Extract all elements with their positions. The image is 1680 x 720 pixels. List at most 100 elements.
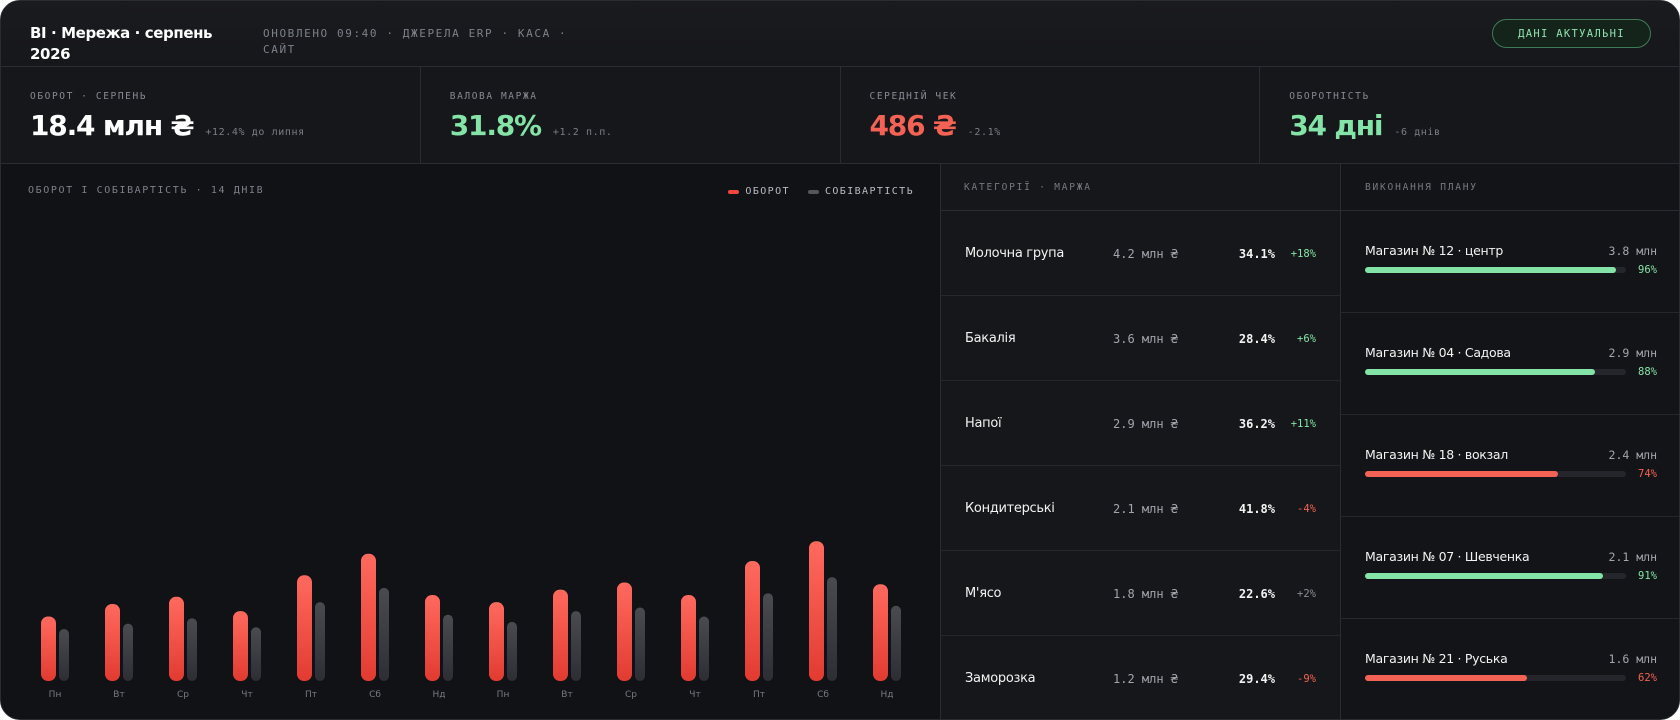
revenue-bar[interactable] bbox=[297, 575, 312, 681]
revenue-bar[interactable] bbox=[553, 589, 568, 681]
cost-bar[interactable] bbox=[571, 611, 581, 681]
category-name: Молочна група bbox=[965, 246, 1065, 261]
category-row[interactable]: Бакалія 3.6 млн ₴ 28.4% +6% bbox=[941, 296, 1340, 381]
revenue-bar[interactable] bbox=[617, 582, 632, 681]
category-delta: +2% bbox=[1297, 588, 1316, 600]
category-row[interactable]: Молочна група 4.2 млн ₴ 34.1% +18% bbox=[941, 211, 1340, 296]
category-delta: -9% bbox=[1297, 673, 1316, 685]
store-revenue: 2.4 млн bbox=[1608, 448, 1657, 462]
cost-bar[interactable] bbox=[443, 614, 453, 681]
x-tick-label: Ср bbox=[625, 690, 637, 700]
header-bar: BI · Мережа · серпень 2026 ОНОВЛЕНО 09:4… bbox=[1, 1, 1679, 67]
store-revenue: 2.9 млн bbox=[1608, 346, 1657, 360]
dashboard-title: BI · Мережа · серпень 2026 bbox=[30, 24, 213, 63]
kpi-card-margin[interactable]: ВАЛОВА МАРЖА 31.8% +1.2 п.п. bbox=[420, 67, 841, 163]
store-revenue: 2.1 млн bbox=[1608, 550, 1657, 564]
store-revenue: 1.6 млн bbox=[1608, 652, 1657, 666]
category-margin: 34.1% bbox=[1238, 247, 1275, 261]
store-name: Магазин № 12 · центр bbox=[1365, 243, 1503, 258]
category-delta: -4% bbox=[1297, 503, 1316, 515]
kpi-delta: -2.1% bbox=[967, 127, 1001, 138]
revenue-bar[interactable] bbox=[169, 596, 184, 681]
plan-percent: 74% bbox=[1638, 468, 1657, 480]
cost-bar[interactable] bbox=[635, 607, 645, 681]
plan-row[interactable]: Магазин № 07 · Шевченка 2.1 млн 91% bbox=[1341, 517, 1679, 619]
plan-progress-fill bbox=[1365, 573, 1603, 579]
revenue-bar[interactable] bbox=[233, 611, 248, 681]
category-name: Кондитерські bbox=[965, 501, 1055, 516]
store-revenue: 3.8 млн bbox=[1608, 244, 1657, 258]
legend-item-revenue[interactable]: ОБОРОТ bbox=[728, 186, 790, 197]
category-revenue: 2.1 млн ₴ bbox=[1113, 502, 1179, 516]
category-margin: 29.4% bbox=[1238, 672, 1275, 686]
revenue-bar[interactable] bbox=[489, 602, 504, 681]
cost-bar[interactable] bbox=[59, 629, 69, 681]
plan-percent: 62% bbox=[1638, 672, 1657, 684]
cost-bar[interactable] bbox=[123, 623, 133, 681]
kpi-value: 486 ₴ bbox=[869, 109, 957, 142]
x-tick-label: Чт bbox=[689, 690, 700, 700]
revenue-bar[interactable] bbox=[361, 553, 376, 681]
kpi-card-turnover[interactable]: ОБОРОТНІСТЬ 34 дні -6 днів bbox=[1260, 67, 1679, 163]
x-tick-label: Сб bbox=[817, 690, 829, 700]
plan-percent: 96% bbox=[1638, 264, 1657, 276]
revenue-bar[interactable] bbox=[745, 560, 760, 681]
category-revenue: 2.9 млн ₴ bbox=[1113, 417, 1179, 431]
category-row[interactable]: М'ясо 1.8 млн ₴ 22.6% +2% bbox=[941, 551, 1340, 636]
category-row[interactable]: Заморозка 1.2 млн ₴ 29.4% -9% bbox=[941, 636, 1340, 719]
revenue-bar[interactable] bbox=[105, 603, 120, 681]
plan-row[interactable]: Магазин № 04 · Садова 2.9 млн 88% bbox=[1341, 313, 1679, 415]
cost-bar[interactable] bbox=[507, 621, 517, 681]
plan-progress-track bbox=[1365, 675, 1626, 681]
category-revenue: 3.6 млн ₴ bbox=[1113, 332, 1179, 346]
categories-list: Молочна група 4.2 млн ₴ 34.1% +18% Бакалія 3.… bbox=[941, 211, 1340, 719]
category-margin: 41.8% bbox=[1238, 502, 1275, 516]
cost-bar[interactable] bbox=[379, 587, 389, 681]
category-name: Бакалія bbox=[965, 331, 1016, 346]
category-row[interactable]: Кондитерські 2.1 млн ₴ 41.8% -4% bbox=[941, 466, 1340, 551]
category-margin: 36.2% bbox=[1238, 417, 1275, 431]
category-delta: +6% bbox=[1297, 333, 1316, 345]
category-revenue: 1.8 млн ₴ bbox=[1113, 587, 1179, 601]
plan-row[interactable]: Магазин № 18 · вокзал 2.4 млн 74% bbox=[1341, 415, 1679, 517]
cost-bar[interactable] bbox=[827, 577, 837, 681]
kpi-delta: +1.2 п.п. bbox=[552, 127, 613, 138]
plan-panel: ВИКОНАННЯ ПЛАНУ Магазин № 12 · центр 3.8 … bbox=[1341, 164, 1679, 719]
plan-row[interactable]: Магазин № 12 · центр 3.8 млн 96% bbox=[1341, 211, 1679, 313]
cost-bar[interactable] bbox=[891, 605, 901, 681]
cost-bar[interactable] bbox=[251, 627, 261, 681]
plan-row[interactable]: Магазин № 21 · Руська 1.6 млн 62% bbox=[1341, 619, 1679, 719]
store-name: Магазин № 07 · Шевченка bbox=[1365, 549, 1530, 564]
kpi-card-avg-check[interactable]: СЕРЕДНІЙ ЧЕК 486 ₴ -2.1% bbox=[840, 67, 1261, 163]
store-name: Магазин № 18 · вокзал bbox=[1365, 447, 1508, 462]
cost-bar[interactable] bbox=[187, 618, 197, 681]
category-margin: 28.4% bbox=[1238, 332, 1275, 346]
plan-progress-track bbox=[1365, 471, 1626, 477]
plan-percent: 88% bbox=[1638, 366, 1657, 378]
revenue-bar[interactable] bbox=[873, 584, 888, 681]
kpi-strip: ОБОРОТ · СЕРПЕНЬ 18.4 млн ₴ +12.4% до ли… bbox=[1, 67, 1679, 164]
kpi-card-revenue[interactable]: ОБОРОТ · СЕРПЕНЬ 18.4 млн ₴ +12.4% до ли… bbox=[1, 67, 421, 163]
revenue-bar[interactable] bbox=[425, 595, 440, 681]
kpi-label: ОБОРОТ · СЕРПЕНЬ bbox=[30, 91, 148, 102]
bar-chart: Пн Вт Ср Чт Пт Сб Нд Пн Вт Ср Чт Пт Сб Нд bbox=[41, 541, 901, 700]
x-tick-label: Нд bbox=[881, 690, 894, 700]
x-tick-label: Пт bbox=[753, 690, 765, 700]
cost-bar[interactable] bbox=[315, 602, 325, 681]
cost-bar[interactable] bbox=[763, 593, 773, 681]
category-row[interactable]: Напої 2.9 млн ₴ 36.2% +11% bbox=[941, 381, 1340, 466]
plan-title: ВИКОНАННЯ ПЛАНУ bbox=[1341, 164, 1679, 211]
status-badge[interactable]: ДАНІ АКТУАЛЬНІ bbox=[1492, 19, 1651, 48]
revenue-bar[interactable] bbox=[41, 616, 56, 682]
revenue-bar[interactable] bbox=[809, 541, 824, 681]
x-tick-label: Пн bbox=[49, 690, 62, 700]
cost-bar[interactable] bbox=[699, 616, 709, 682]
legend-item-cost[interactable]: СОБІВАРТІСТЬ bbox=[807, 186, 914, 197]
kpi-value: 18.4 млн ₴ bbox=[30, 109, 195, 142]
plan-percent: 91% bbox=[1638, 570, 1657, 582]
revenue-bar[interactable] bbox=[681, 595, 696, 681]
kpi-value: 34 дні bbox=[1289, 109, 1383, 142]
x-tick-label: Пт bbox=[305, 690, 317, 700]
kpi-label: ВАЛОВА МАРЖА bbox=[449, 91, 538, 102]
kpi-label: СЕРЕДНІЙ ЧЕК bbox=[869, 91, 958, 102]
